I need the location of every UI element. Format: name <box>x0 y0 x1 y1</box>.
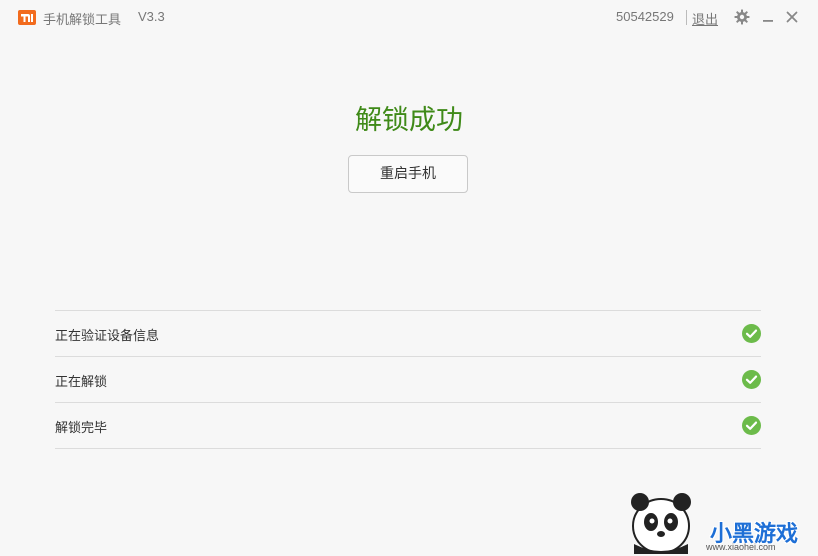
close-icon[interactable] <box>784 9 800 25</box>
list-item: 正在解锁 <box>55 357 761 403</box>
list-item: 解锁完毕 <box>55 403 761 449</box>
step-label: 正在解锁 <box>55 375 108 390</box>
step-label: 解锁完毕 <box>55 421 108 436</box>
check-circle-icon <box>742 416 761 435</box>
check-circle-icon <box>742 324 761 343</box>
unlock-success-title: 解锁成功 <box>355 105 463 136</box>
panda-mascot-icon <box>631 493 691 554</box>
site-watermark: 小黑游戏 www.xiaohei.com <box>618 482 818 556</box>
mi-logo-icon <box>18 10 36 25</box>
app-title: 手机解锁工具 <box>43 13 122 28</box>
divider <box>686 10 687 25</box>
logout-link[interactable]: 退出 <box>692 9 718 28</box>
restart-phone-button[interactable]: 重启手机 <box>348 155 468 193</box>
minimize-icon[interactable] <box>760 9 776 25</box>
gear-icon[interactable] <box>734 9 750 25</box>
watermark-url: www.xiaohei.com <box>706 542 776 552</box>
check-circle-icon <box>742 370 761 389</box>
step-label: 正在验证设备信息 <box>55 329 160 344</box>
user-id: 50542529 <box>616 9 674 24</box>
progress-steps-list: 正在验证设备信息 正在解锁 解锁完毕 <box>55 310 761 449</box>
title-bar: 手机解锁工具 V3.3 50542529 退出 <box>0 0 818 36</box>
unlock-tool-window: 手机解锁工具 V3.3 50542529 退出 解锁成功 重启手机 正在验证设备… <box>0 0 818 556</box>
list-item: 正在验证设备信息 <box>55 311 761 357</box>
app-version: V3.3 <box>138 9 165 24</box>
